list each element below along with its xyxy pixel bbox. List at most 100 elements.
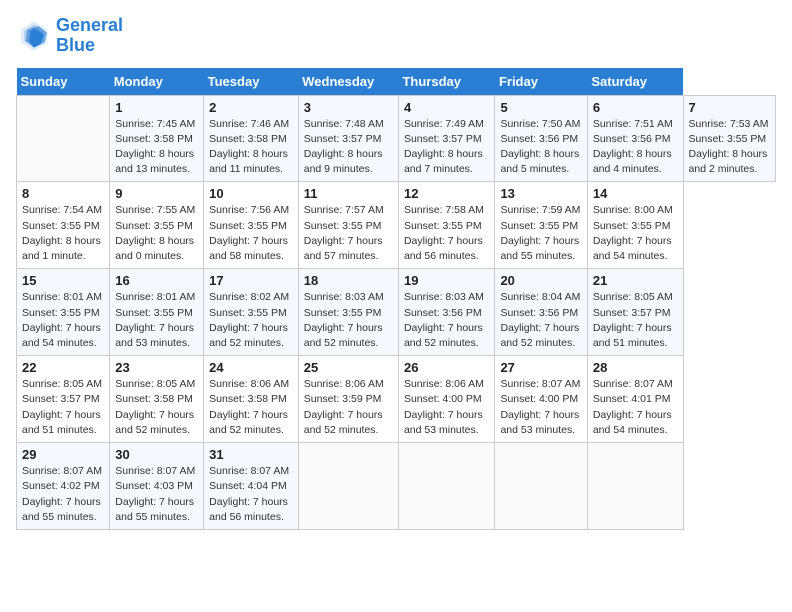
day-detail: Sunrise: 8:05 AMSunset: 3:58 PMDaylight:… [115, 377, 198, 438]
day-number: 4 [404, 100, 489, 115]
day-detail: Sunrise: 8:07 AMSunset: 4:04 PMDaylight:… [209, 464, 293, 525]
day-detail: Sunrise: 7:54 AMSunset: 3:55 PMDaylight:… [22, 203, 104, 264]
day-detail: Sunrise: 7:58 AMSunset: 3:55 PMDaylight:… [404, 203, 489, 264]
calendar-cell: 23 Sunrise: 8:05 AMSunset: 3:58 PMDayligh… [110, 356, 204, 443]
day-detail: Sunrise: 8:00 AMSunset: 3:55 PMDaylight:… [593, 203, 678, 264]
calendar-cell: 30 Sunrise: 8:07 AMSunset: 4:03 PMDayligh… [110, 443, 204, 530]
calendar-cell: 1 Sunrise: 7:45 AMSunset: 3:58 PMDaylight… [110, 95, 204, 182]
day-detail: Sunrise: 8:04 AMSunset: 3:56 PMDaylight:… [500, 290, 581, 351]
day-number: 31 [209, 447, 293, 462]
calendar-cell: 21Sunrise: 8:05 AMSunset: 3:57 PMDayligh… [587, 269, 683, 356]
logo-name2: Blue [56, 36, 123, 56]
calendar-cell: 14 Sunrise: 8:00 AMSunset: 3:55 PMDayligh… [587, 182, 683, 269]
day-detail: Sunrise: 8:01 AMSunset: 3:55 PMDaylight:… [22, 290, 104, 351]
day-number: 25 [304, 360, 393, 375]
day-detail: Sunrise: 7:55 AMSunset: 3:55 PMDaylight:… [115, 203, 198, 264]
calendar-cell: 28 Sunrise: 8:07 AMSunset: 4:01 PMDayligh… [587, 356, 683, 443]
day-detail: Sunrise: 8:03 AMSunset: 3:56 PMDaylight:… [404, 290, 489, 351]
day-number: 5 [500, 100, 581, 115]
calendar-cell: 8Sunrise: 7:54 AMSunset: 3:55 PMDaylight… [17, 182, 110, 269]
calendar-cell [398, 443, 494, 530]
day-number: 3 [304, 100, 393, 115]
weekday-header-saturday: Saturday [587, 68, 683, 96]
day-number: 26 [404, 360, 489, 375]
calendar-cell: 26 Sunrise: 8:06 AMSunset: 4:00 PMDayligh… [398, 356, 494, 443]
calendar-cell: 6 Sunrise: 7:51 AMSunset: 3:56 PMDaylight… [587, 95, 683, 182]
weekday-header-wednesday: Wednesday [298, 68, 398, 96]
day-detail: Sunrise: 8:06 AMSunset: 4:00 PMDaylight:… [404, 377, 489, 438]
day-number: 20 [500, 273, 581, 288]
calendar-cell: 10 Sunrise: 7:56 AMSunset: 3:55 PMDayligh… [204, 182, 299, 269]
day-detail: Sunrise: 8:02 AMSunset: 3:55 PMDaylight:… [209, 290, 293, 351]
calendar-cell: 3 Sunrise: 7:48 AMSunset: 3:57 PMDaylight… [298, 95, 398, 182]
day-number: 22 [22, 360, 104, 375]
calendar-cell: 15 Sunrise: 8:01 AMSunset: 3:55 PMDayligh… [17, 269, 110, 356]
logo: General Blue [16, 16, 123, 56]
day-detail: Sunrise: 8:05 AMSunset: 3:57 PMDaylight:… [22, 377, 104, 438]
calendar-cell: 29 Sunrise: 8:07 AMSunset: 4:02 PMDayligh… [17, 443, 110, 530]
day-number: 30 [115, 447, 198, 462]
day-detail: Sunrise: 8:07 AMSunset: 4:01 PMDaylight:… [593, 377, 678, 438]
day-number: 9 [115, 186, 198, 201]
weekday-header-sunday: Sunday [17, 68, 110, 96]
day-number: 23 [115, 360, 198, 375]
calendar-cell: 22 Sunrise: 8:05 AMSunset: 3:57 PMDayligh… [17, 356, 110, 443]
day-number: 13 [500, 186, 581, 201]
day-detail: Sunrise: 8:06 AMSunset: 3:59 PMDaylight:… [304, 377, 393, 438]
day-detail: Sunrise: 8:01 AMSunset: 3:55 PMDaylight:… [115, 290, 198, 351]
day-detail: Sunrise: 8:07 AMSunset: 4:00 PMDaylight:… [500, 377, 581, 438]
calendar-cell: 20 Sunrise: 8:04 AMSunset: 3:56 PMDayligh… [495, 269, 587, 356]
day-detail: Sunrise: 8:06 AMSunset: 3:58 PMDaylight:… [209, 377, 293, 438]
day-number: 17 [209, 273, 293, 288]
day-number: 2 [209, 100, 293, 115]
day-number: 15 [22, 273, 104, 288]
day-number: 19 [404, 273, 489, 288]
calendar-cell: 17 Sunrise: 8:02 AMSunset: 3:55 PMDayligh… [204, 269, 299, 356]
calendar-cell: 25 Sunrise: 8:06 AMSunset: 3:59 PMDayligh… [298, 356, 398, 443]
day-detail: Sunrise: 7:51 AMSunset: 3:56 PMDaylight:… [593, 117, 678, 178]
day-number: 29 [22, 447, 104, 462]
day-number: 16 [115, 273, 198, 288]
calendar-cell: 7Sunrise: 7:53 AMSunset: 3:55 PMDaylight… [683, 95, 775, 182]
day-detail: Sunrise: 8:05 AMSunset: 3:57 PMDaylight:… [593, 290, 678, 351]
day-number: 11 [304, 186, 393, 201]
calendar-cell: 5 Sunrise: 7:50 AMSunset: 3:56 PMDaylight… [495, 95, 587, 182]
day-number: 6 [593, 100, 678, 115]
calendar-cell [298, 443, 398, 530]
day-detail: Sunrise: 7:59 AMSunset: 3:55 PMDaylight:… [500, 203, 581, 264]
weekday-header-monday: Monday [110, 68, 204, 96]
day-number: 27 [500, 360, 581, 375]
day-detail: Sunrise: 7:50 AMSunset: 3:56 PMDaylight:… [500, 117, 581, 178]
weekday-header-thursday: Thursday [398, 68, 494, 96]
day-detail: Sunrise: 8:07 AMSunset: 4:03 PMDaylight:… [115, 464, 198, 525]
calendar-cell: 27 Sunrise: 8:07 AMSunset: 4:00 PMDayligh… [495, 356, 587, 443]
day-detail: Sunrise: 7:56 AMSunset: 3:55 PMDaylight:… [209, 203, 293, 264]
calendar-cell: 9 Sunrise: 7:55 AMSunset: 3:55 PMDaylight… [110, 182, 204, 269]
day-number: 12 [404, 186, 489, 201]
day-detail: Sunrise: 7:45 AMSunset: 3:58 PMDaylight:… [115, 117, 198, 178]
day-detail: Sunrise: 7:57 AMSunset: 3:55 PMDaylight:… [304, 203, 393, 264]
logo-name: General [56, 16, 123, 36]
day-detail: Sunrise: 7:46 AMSunset: 3:58 PMDaylight:… [209, 117, 293, 178]
calendar-cell: 31 Sunrise: 8:07 AMSunset: 4:04 PMDayligh… [204, 443, 299, 530]
calendar-cell: 16 Sunrise: 8:01 AMSunset: 3:55 PMDayligh… [110, 269, 204, 356]
empty-cell [17, 95, 110, 182]
calendar-cell: 13 Sunrise: 7:59 AMSunset: 3:55 PMDayligh… [495, 182, 587, 269]
day-detail: Sunrise: 7:49 AMSunset: 3:57 PMDaylight:… [404, 117, 489, 178]
day-number: 10 [209, 186, 293, 201]
page-header: General Blue [16, 16, 776, 56]
weekday-header-tuesday: Tuesday [204, 68, 299, 96]
day-number: 7 [689, 100, 770, 115]
calendar-cell: 24 Sunrise: 8:06 AMSunset: 3:58 PMDayligh… [204, 356, 299, 443]
day-detail: Sunrise: 8:07 AMSunset: 4:02 PMDaylight:… [22, 464, 104, 525]
day-number: 14 [593, 186, 678, 201]
day-number: 18 [304, 273, 393, 288]
calendar-cell: 12 Sunrise: 7:58 AMSunset: 3:55 PMDayligh… [398, 182, 494, 269]
calendar-cell: 11 Sunrise: 7:57 AMSunset: 3:55 PMDayligh… [298, 182, 398, 269]
day-detail: Sunrise: 7:48 AMSunset: 3:57 PMDaylight:… [304, 117, 393, 178]
day-number: 28 [593, 360, 678, 375]
weekday-header-friday: Friday [495, 68, 587, 96]
calendar-cell: 2 Sunrise: 7:46 AMSunset: 3:58 PMDaylight… [204, 95, 299, 182]
day-number: 24 [209, 360, 293, 375]
day-number: 1 [115, 100, 198, 115]
